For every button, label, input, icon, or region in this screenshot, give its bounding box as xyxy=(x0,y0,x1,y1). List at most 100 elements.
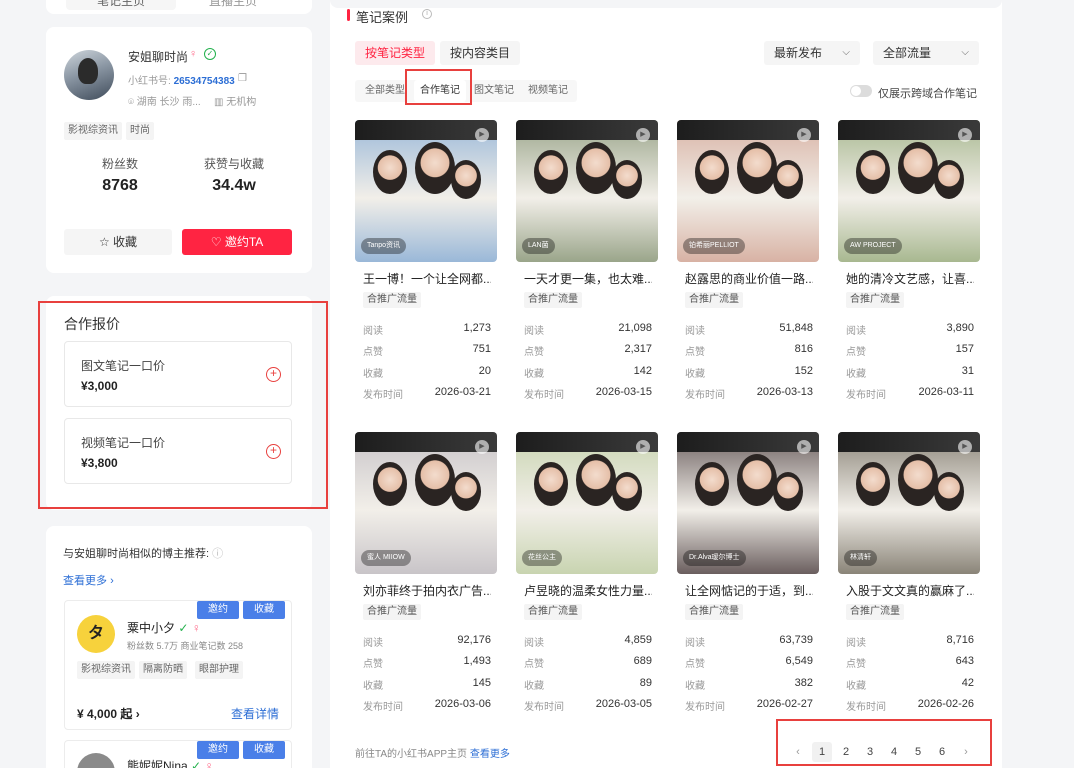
note-title[interactable]: 刘亦菲终于拍内衣广告... xyxy=(363,582,491,599)
blogger-favorite-button[interactable]: 收藏 xyxy=(243,601,285,619)
note-card[interactable]: ▶ LAN菌 一天才更一集，也太难... 合推广流量 阅读 21,098 点赞 2,317 收藏… xyxy=(516,120,658,410)
note-stat-label: 阅读 xyxy=(363,638,383,649)
note-stat-value: 3,890 xyxy=(946,322,974,334)
note-card[interactable]: ▶ Tanpo资讯 王一博！一个让全网都... 合推广流量 阅读 1,273 点赞 751 收藏… xyxy=(355,120,497,410)
note-stat-label: 发布时间 xyxy=(685,390,725,401)
note-title[interactable]: 入股于文文真的赢麻了... xyxy=(846,582,974,599)
favorite-button-label: 收藏 xyxy=(113,235,138,249)
note-stat-value: 2026-03-13 xyxy=(756,386,813,398)
chevron-down-icon: ⌵ xyxy=(961,47,969,58)
note-stat-value: 4,859 xyxy=(624,634,652,646)
note-stat-label: 点赞 xyxy=(846,659,866,670)
cross-domain-toggle-label: 仅展示跨域合作笔记 xyxy=(878,88,977,100)
highlight-frame-pricing xyxy=(38,301,328,509)
location: ⌾ 湖南 长沙 雨... xyxy=(128,93,201,108)
tab-live-home[interactable]: 直播主页 xyxy=(178,0,288,10)
note-stat-value: 142 xyxy=(633,365,652,377)
note-stat-value: 2026-03-06 xyxy=(434,698,491,710)
cover-figure xyxy=(695,462,729,507)
note-stat-read: 阅读 63,739 xyxy=(685,634,813,649)
note-card[interactable]: ▶ 铂希丽PELLIOT 赵露思的商业价值一路... 合推广流量 阅读 51,848 点赞 8… xyxy=(677,120,819,410)
note-cover-image[interactable]: ▶ 蜜人 MIIOW xyxy=(355,432,497,574)
note-stat-value: 152 xyxy=(794,365,813,377)
tab-all-types[interactable]: 全部类型 xyxy=(365,80,405,102)
note-cover-image[interactable]: ▶ LAN菌 xyxy=(516,120,658,262)
profile-tag: 影视综资讯 xyxy=(64,122,122,140)
note-title[interactable]: 她的清冷文艺感，让喜... xyxy=(846,270,974,287)
filter-by-note-type[interactable]: 按笔记类型 xyxy=(355,41,436,65)
cross-domain-toggle[interactable] xyxy=(850,85,872,97)
note-title[interactable]: 王一博！一个让全网都... xyxy=(363,270,491,287)
note-cover-image[interactable]: ▶ Tanpo资讯 xyxy=(355,120,497,262)
note-stat-label: 点赞 xyxy=(363,347,383,358)
note-stat-date: 发布时间 2026-03-11 xyxy=(846,386,974,401)
note-title[interactable]: 赵露思的商业价值一路... xyxy=(685,270,813,287)
footer-see-more-link[interactable]: 查看更多 xyxy=(470,749,510,760)
note-card[interactable]: ▶ 蜜人 MIIOW 刘亦菲终于拍内衣广告... 合推广流量 阅读 92,176 点赞 1,4… xyxy=(355,432,497,722)
note-stat-date: 发布时间 2026-02-26 xyxy=(846,698,974,713)
note-stat-value: 689 xyxy=(633,655,652,667)
note-card[interactable]: ▶ 花丝公主 卢昱晓的温柔女性力量... 合推广流量 阅读 4,859 点赞 689 收藏 89 发… xyxy=(516,432,658,722)
note-title[interactable]: 一天才更一集，也太难... xyxy=(524,270,652,287)
blogger-detail-link[interactable]: 查看详情 xyxy=(231,705,279,722)
blogger-card[interactable]: タ 粟中小夕 ✓ ♀ 邀约 收藏 粉丝数 5.7万 商业笔记数 258 影视综资… xyxy=(64,600,292,730)
highlight-frame-collab-tab xyxy=(405,69,472,105)
blogger-favorite-button[interactable]: 收藏 xyxy=(243,741,285,759)
note-card[interactable]: ▶ Dr.Alva瑷尔博士让全网惦记的于适，到... 合推广流量阅读 63,739 点赞… xyxy=(677,432,819,722)
note-title[interactable]: 让全网惦记的于适，到... xyxy=(685,582,813,599)
note-card[interactable]: ▶ 林清轩 入股于文文真的赢麻了... 合推广流量 阅读 8,716 点赞 643 收藏 42 发布… xyxy=(838,432,980,722)
see-more-link[interactable]: 查看更多 › xyxy=(63,572,114,588)
blogger-avatar xyxy=(77,753,115,768)
sort-select[interactable]: 最新发布 ⌵ xyxy=(764,41,860,65)
note-cover-image[interactable]: ▶ 花丝公主 xyxy=(516,432,658,574)
filter-by-content-category[interactable]: 按内容类目 xyxy=(440,41,521,65)
note-tag: 合推广流量 xyxy=(524,604,582,620)
note-cover-image[interactable]: ▶ 铂希丽PELLIOT xyxy=(677,120,819,262)
info-icon[interactable]: i xyxy=(422,9,432,19)
note-card[interactable]: ▶ AW PROJECT 她的清冷文艺感，让喜... 合推广流量 阅读 3,890 点赞 15… xyxy=(838,120,980,410)
note-stat-label: 点赞 xyxy=(524,347,544,358)
note-stat-label: 收藏 xyxy=(363,369,383,380)
note-stat-value: 2026-02-26 xyxy=(917,698,974,710)
note-author: AW PROJECT xyxy=(844,238,902,254)
note-cover-image[interactable]: ▶ 林清轩 xyxy=(838,432,980,574)
tab-video-notes[interactable]: 视频笔记 xyxy=(528,80,568,102)
note-stat-collect: 收藏 31 xyxy=(846,365,974,380)
note-stat-date: 发布时间 2026-03-06 xyxy=(363,698,491,713)
star-icon: ☆ xyxy=(98,235,110,249)
note-author: Dr.Alva瑷尔博士 xyxy=(683,550,746,566)
tab-note-home[interactable]: 笔记主页 xyxy=(66,0,176,10)
favorite-button[interactable]: ☆ 收藏 xyxy=(64,229,172,255)
note-tag: 合推广流量 xyxy=(685,604,743,620)
note-stat-label: 收藏 xyxy=(685,369,705,380)
note-stat-value: 42 xyxy=(961,677,974,689)
blogger-card[interactable]: 熊妮妮Nina ✓ ♀ 邀约 收藏 xyxy=(64,740,292,768)
top-tab-bar: 笔记主页 直播主页 xyxy=(46,0,312,14)
note-stat-like: 点赞 6,549 xyxy=(685,655,813,670)
copy-icon[interactable]: ❐ xyxy=(238,73,247,84)
invite-button[interactable]: ♡ 邀约TA xyxy=(182,229,292,255)
note-cover-image[interactable]: ▶ Dr.Alva瑷尔博士 xyxy=(677,432,819,574)
note-cover-image[interactable]: ▶ AW PROJECT xyxy=(838,120,980,262)
note-stat-label: 阅读 xyxy=(685,326,705,337)
fans-label: 粉丝数 xyxy=(101,157,138,171)
tab-image-notes[interactable]: 图文笔记 xyxy=(474,80,514,102)
traffic-select[interactable]: 全部流量 ⌵ xyxy=(873,41,979,65)
chevron-down-icon: ⌵ xyxy=(842,47,850,58)
note-stat-value: 145 xyxy=(472,677,491,689)
blogger-tag: 影视综资讯 xyxy=(77,661,135,679)
note-tag: 合推广流量 xyxy=(524,292,582,308)
note-author: LAN菌 xyxy=(522,238,555,254)
panel-top-edge xyxy=(330,0,1002,8)
note-title[interactable]: 卢昱晓的温柔女性力量... xyxy=(524,582,652,599)
blogger-avatar: タ xyxy=(77,615,115,653)
blogger-invite-button[interactable]: 邀约 xyxy=(197,601,239,619)
female-icon: ♀ xyxy=(191,621,201,635)
xhs-id-value: 26534754383 xyxy=(173,76,235,87)
note-stat-read: 阅读 92,176 xyxy=(363,634,491,649)
note-stat-label: 点赞 xyxy=(685,659,705,670)
blogger-invite-button[interactable]: 邀约 xyxy=(197,741,239,759)
section-title: 笔记案例 xyxy=(346,7,408,26)
cover-figure xyxy=(415,454,455,506)
note-stat-date: 发布时间 2026-03-13 xyxy=(685,386,813,401)
